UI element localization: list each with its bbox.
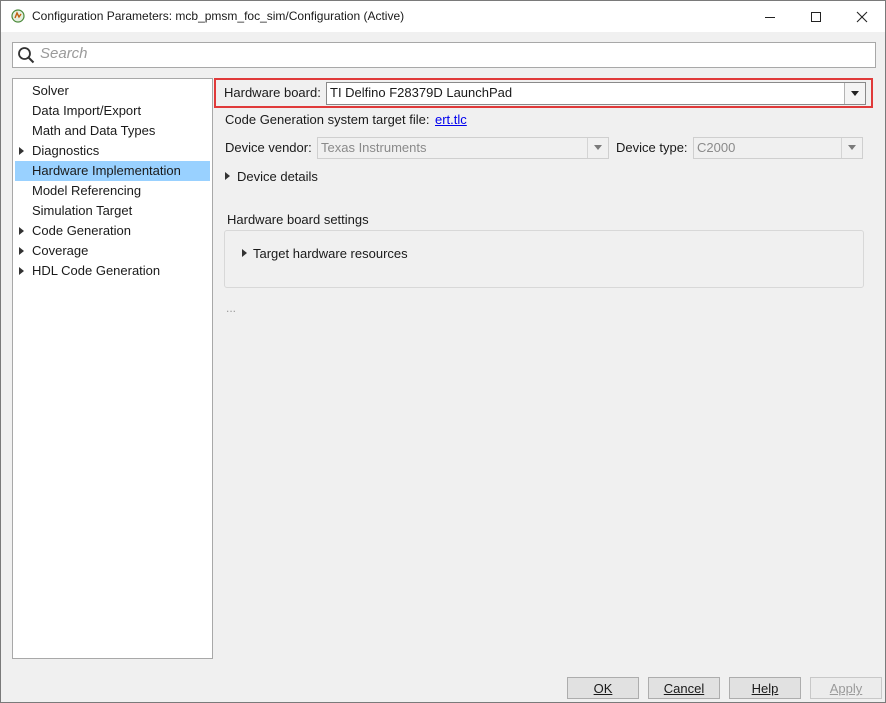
expand-arrow-icon[interactable] bbox=[19, 267, 24, 275]
tree-item-label: Math and Data Types bbox=[32, 123, 156, 138]
apply-button-label: Apply bbox=[829, 681, 863, 696]
tree-item[interactable]: Math and Data Types bbox=[15, 121, 210, 141]
search-input[interactable]: Search bbox=[12, 42, 876, 68]
cancel-button-label: Cancel bbox=[663, 681, 705, 696]
tree-item-label: Code Generation bbox=[32, 223, 132, 238]
more-ellipsis: ... bbox=[226, 301, 237, 315]
ok-button-label: OK bbox=[593, 681, 613, 696]
minimize-icon bbox=[765, 16, 775, 18]
help-button-label: Help bbox=[751, 681, 779, 696]
tree-item[interactable]: Simulation Target bbox=[15, 201, 210, 221]
device-vendor-value: Texas Instruments bbox=[321, 140, 427, 155]
expand-arrow-icon[interactable] bbox=[19, 247, 24, 255]
title-bar[interactable]: Configuration Parameters: mcb_pmsm_foc_s… bbox=[1, 1, 885, 32]
tree-item[interactable]: HDL Code Generation bbox=[15, 261, 210, 281]
tree-item-label: Diagnostics bbox=[32, 143, 100, 158]
minimize-button[interactable] bbox=[747, 1, 793, 32]
tree-item-label: Coverage bbox=[32, 243, 89, 258]
device-type-value: C2000 bbox=[697, 140, 736, 155]
ok-button[interactable]: OK bbox=[567, 677, 639, 699]
search-placeholder: Search bbox=[40, 45, 88, 62]
maximize-button[interactable] bbox=[793, 1, 839, 32]
expand-arrow-icon[interactable] bbox=[19, 147, 24, 155]
tree-item[interactable]: Code Generation bbox=[15, 221, 210, 241]
target-hardware-resources-label: Target hardware resources bbox=[253, 246, 408, 261]
tree-item-label: Solver bbox=[32, 83, 69, 98]
tree-item-label: Simulation Target bbox=[32, 203, 133, 218]
maximize-icon bbox=[811, 11, 821, 22]
hardware-board-value: TI Delfino F28379D LaunchPad bbox=[330, 85, 513, 100]
configuration-parameters-window: Configuration Parameters: mcb_pmsm_foc_s… bbox=[0, 0, 886, 703]
expand-arrow-icon bbox=[242, 249, 247, 257]
codegen-target-label: Code Generation system target file: bbox=[225, 112, 430, 127]
hardware-board-label: Hardware board: bbox=[224, 85, 321, 100]
chevron-down-icon[interactable] bbox=[587, 138, 608, 158]
category-tree[interactable]: Solver Data Import/Export Math and Data Ty… bbox=[12, 78, 213, 659]
chevron-down-icon[interactable] bbox=[844, 83, 865, 104]
window-title: Configuration Parameters: mcb_pmsm_foc_s… bbox=[32, 9, 405, 23]
tree-item-label: Hardware Implementation bbox=[32, 163, 181, 178]
tree-item-label: Model Referencing bbox=[32, 183, 142, 198]
tree-item[interactable]: Data Import/Export bbox=[15, 101, 210, 121]
device-details-label: Device details bbox=[237, 169, 318, 184]
chevron-down-icon[interactable] bbox=[841, 138, 862, 158]
search-icon bbox=[17, 46, 35, 67]
tree-item[interactable]: Coverage bbox=[15, 241, 210, 261]
tree-item-label: HDL Code Generation bbox=[32, 263, 161, 278]
codegen-target-link[interactable]: ert.tlc bbox=[435, 112, 467, 127]
apply-button[interactable]: Apply bbox=[810, 677, 882, 699]
close-icon bbox=[856, 11, 868, 22]
help-button[interactable]: Help bbox=[729, 677, 801, 699]
tree-item[interactable]: Model Referencing bbox=[15, 181, 210, 201]
device-type-label: Device type: bbox=[616, 140, 688, 155]
hardware-board-settings-heading: Hardware board settings bbox=[227, 212, 369, 227]
hardware-board-highlight: Hardware board: TI Delfino F28379D Launc… bbox=[214, 78, 873, 108]
tree-item[interactable]: Diagnostics bbox=[15, 141, 210, 161]
expand-arrow-icon[interactable] bbox=[19, 227, 24, 235]
cancel-button[interactable]: Cancel bbox=[648, 677, 720, 699]
tree-item[interactable]: Solver bbox=[15, 81, 210, 101]
tree-item-label: Data Import/Export bbox=[32, 103, 142, 118]
close-button[interactable] bbox=[839, 1, 885, 32]
target-hardware-resources-panel: Target hardware resources bbox=[224, 230, 864, 288]
hardware-board-dropdown[interactable]: TI Delfino F28379D LaunchPad bbox=[326, 82, 866, 105]
device-vendor-label: Device vendor: bbox=[225, 140, 312, 155]
simulink-app-icon bbox=[11, 9, 25, 23]
tree-item[interactable]: Hardware Implementation bbox=[15, 161, 210, 181]
device-type-dropdown[interactable]: C2000 bbox=[693, 137, 863, 159]
device-vendor-dropdown[interactable]: Texas Instruments bbox=[317, 137, 609, 159]
expand-arrow-icon bbox=[225, 172, 230, 180]
